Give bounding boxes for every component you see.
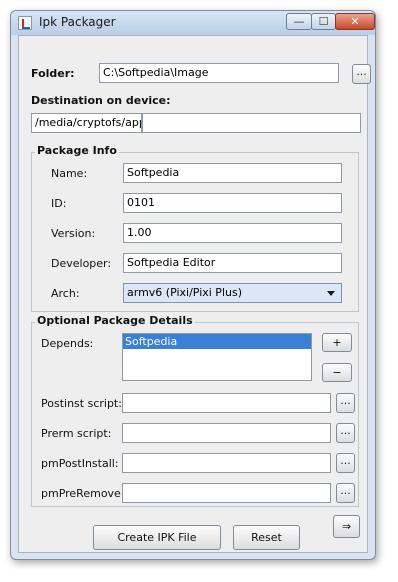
name-label: Name: (51, 167, 88, 180)
postinst-input[interactable] (122, 393, 331, 413)
postinst-browse-button[interactable]: ... (336, 393, 355, 413)
developer-input[interactable]: Softpedia Editor (123, 253, 342, 273)
id-input[interactable]: 0101 (123, 193, 342, 213)
folder-input[interactable]: C:\Softpedia\Image (99, 63, 339, 83)
version-label: Version: (51, 227, 96, 240)
destination-label: Destination on device: (31, 94, 171, 107)
pmpostinstall-browse-button[interactable]: ... (336, 453, 355, 473)
pmpreremove-input[interactable] (122, 483, 331, 503)
optional-details-title: Optional Package Details (35, 314, 195, 327)
developer-label: Developer: (51, 257, 112, 270)
arch-selected-value: armv6 (Pixi/Pixi Plus) (127, 286, 242, 299)
pmpreremove-browse-button[interactable]: ... (336, 483, 355, 503)
remove-dependency-button[interactable]: − (322, 363, 352, 382)
prerm-label: Prerm script: (41, 427, 112, 440)
prerm-input[interactable] (122, 423, 331, 443)
close-button[interactable]: ✕ (335, 13, 375, 30)
postinst-label: Postinst script: (41, 397, 122, 410)
destination-input-extra[interactable] (142, 113, 361, 133)
package-info-title: Package Info (35, 144, 119, 157)
arch-label: Arch: (51, 287, 80, 300)
version-input[interactable]: 1.00 (123, 223, 342, 243)
depends-list[interactable]: Softpedia (122, 333, 312, 381)
destination-input[interactable]: /media/cryptofs/apps (31, 113, 142, 133)
window-title: Ipk Packager (39, 15, 116, 29)
app-window: Ipk Packager — ☐ ✕ Folder: C:\Softpedia\… (10, 10, 376, 560)
maximize-button[interactable]: ☐ (311, 13, 336, 30)
next-arrow-button[interactable]: ⇒ (333, 515, 360, 538)
folder-label: Folder: (31, 67, 75, 80)
pmpreremove-label: pmPreRemove: (41, 487, 125, 500)
prerm-browse-button[interactable]: ... (336, 423, 355, 443)
arch-dropdown[interactable]: armv6 (Pixi/Pixi Plus) (123, 283, 342, 303)
depends-label: Depends: (41, 337, 94, 350)
title-bar[interactable]: Ipk Packager — ☐ ✕ (11, 11, 375, 35)
pmpostinstall-label: pmPostInstall: (41, 457, 119, 470)
app-icon (18, 16, 32, 30)
name-input[interactable]: Softpedia (123, 163, 342, 183)
reset-button[interactable]: Reset (233, 525, 300, 550)
add-dependency-button[interactable]: + (322, 333, 352, 352)
list-item[interactable]: Softpedia (123, 334, 311, 349)
minimize-button[interactable]: — (286, 13, 312, 30)
folder-browse-button[interactable]: ... (352, 64, 371, 84)
pmpostinstall-input[interactable] (122, 453, 331, 473)
chevron-down-icon (327, 291, 335, 296)
create-ipk-button[interactable]: Create IPK File (93, 525, 221, 550)
main-panel: Folder: C:\Softpedia\Image ... Destinati… (18, 35, 371, 553)
id-label: ID: (51, 197, 67, 210)
